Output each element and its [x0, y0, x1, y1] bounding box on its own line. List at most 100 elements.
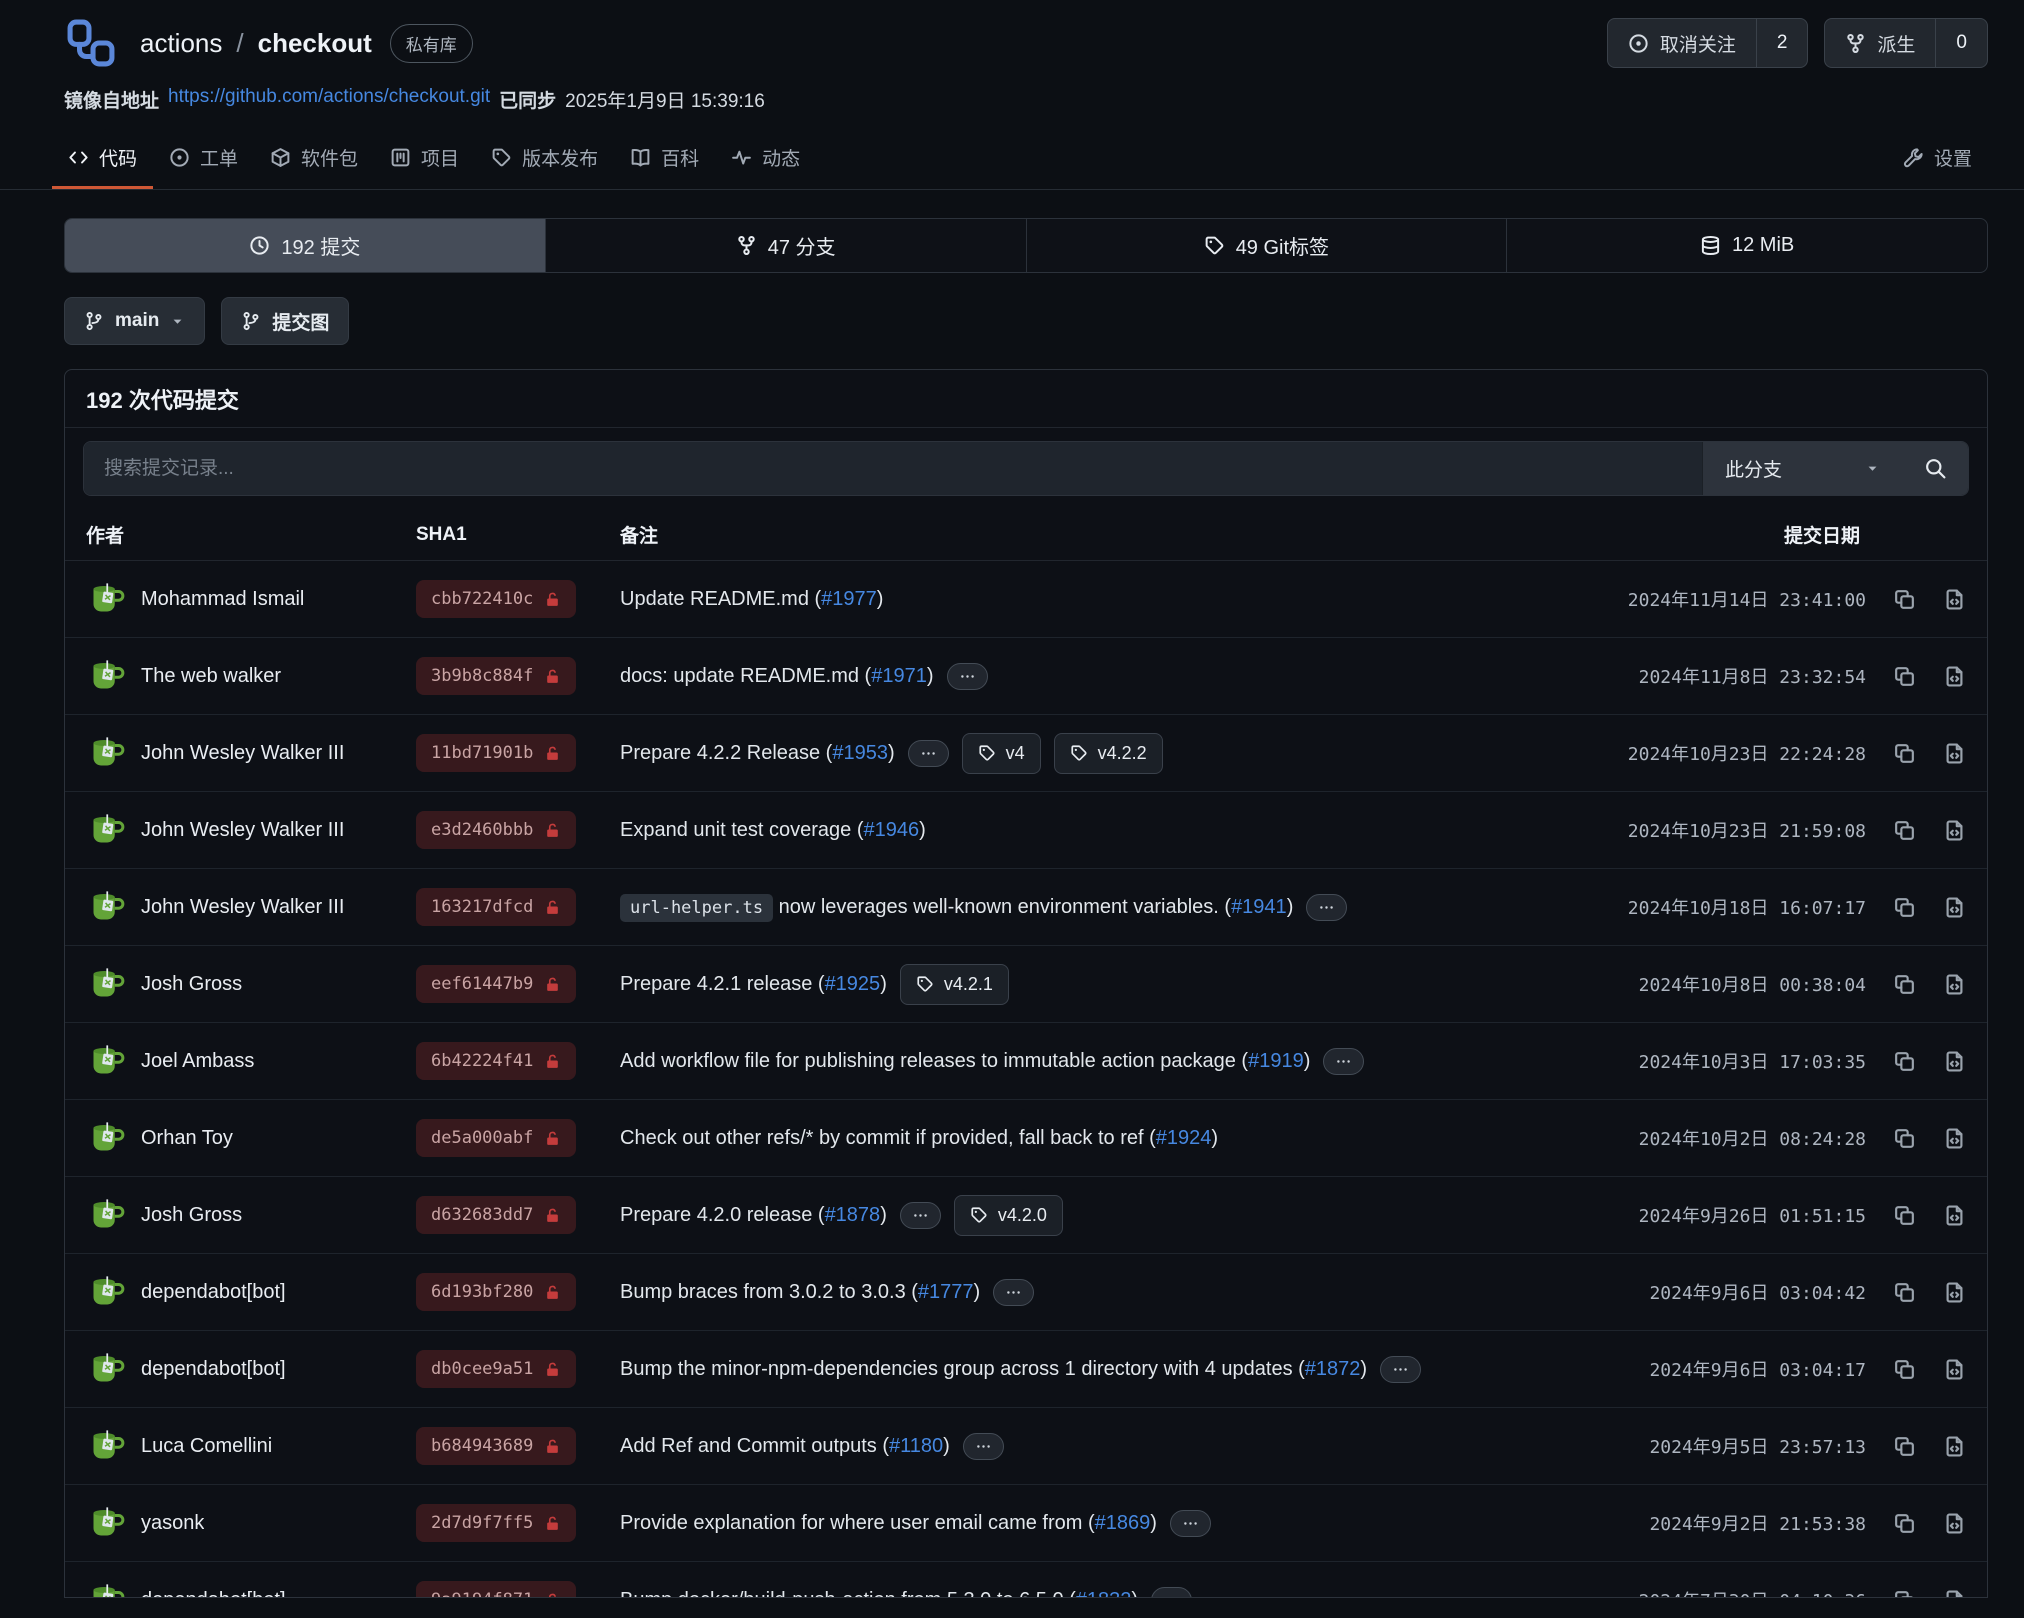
branch-filter-dropdown[interactable]: 此分支 — [1702, 442, 1902, 495]
avatar[interactable] — [86, 887, 126, 927]
tab-book[interactable]: 百科 — [614, 131, 715, 189]
mirror-url-link[interactable]: https://github.com/actions/checkout.git — [168, 86, 490, 113]
tag-button[interactable]: v4 — [962, 733, 1041, 774]
pr-link[interactable]: #1919 — [1248, 1050, 1304, 1072]
copy-sha-button[interactable] — [1893, 588, 1916, 611]
pr-link[interactable]: #1872 — [1305, 1358, 1361, 1380]
tag-button[interactable]: v4.2.0 — [954, 1195, 1063, 1236]
avatar[interactable] — [86, 1580, 126, 1598]
author-name[interactable]: Orhan Toy — [141, 1127, 233, 1150]
tab-tag[interactable]: 版本发布 — [475, 131, 614, 189]
commit-sha-link[interactable]: 163217dfcd — [416, 888, 576, 926]
pr-link[interactable]: #1878 — [825, 1204, 881, 1226]
author-name[interactable]: John Wesley Walker III — [141, 819, 344, 842]
copy-sha-button[interactable] — [1893, 665, 1916, 688]
expand-message-button[interactable] — [1170, 1510, 1211, 1537]
commit-sha-link[interactable]: 2d7d9f7ff5 — [416, 1504, 576, 1542]
avatar[interactable] — [86, 579, 126, 619]
browse-source-button[interactable] — [1943, 1512, 1966, 1535]
author-name[interactable]: yasonk — [141, 1512, 204, 1535]
commit-sha-link[interactable]: 11bd71901b — [416, 734, 576, 772]
avatar[interactable] — [86, 1349, 126, 1389]
browse-source-button[interactable] — [1943, 665, 1966, 688]
pr-link[interactable]: #1946 — [863, 819, 919, 841]
stat-clock[interactable]: 192 提交 — [65, 219, 545, 272]
copy-sha-button[interactable] — [1893, 1050, 1916, 1073]
expand-message-button[interactable] — [900, 1202, 941, 1229]
browse-source-button[interactable] — [1943, 1358, 1966, 1381]
pr-link[interactable]: #1180 — [889, 1435, 943, 1457]
tab-cube[interactable]: 软件包 — [254, 131, 374, 189]
copy-sha-button[interactable] — [1893, 819, 1916, 842]
pr-link[interactable]: #1832 — [1076, 1589, 1132, 1599]
copy-sha-button[interactable] — [1893, 1127, 1916, 1150]
browse-source-button[interactable] — [1943, 1127, 1966, 1150]
commit-sha-link[interactable]: eef61447b9 — [416, 965, 576, 1003]
copy-sha-button[interactable] — [1893, 1435, 1916, 1458]
browse-source-button[interactable] — [1943, 973, 1966, 996]
author-name[interactable]: Josh Gross — [141, 1204, 242, 1227]
expand-message-button[interactable] — [908, 740, 949, 767]
tag-button[interactable]: v4.2.2 — [1054, 733, 1163, 774]
pr-link[interactable]: #1924 — [1156, 1127, 1212, 1149]
search-button[interactable] — [1902, 442, 1968, 495]
avatar[interactable] — [86, 810, 126, 850]
author-name[interactable]: Josh Gross — [141, 973, 242, 996]
avatar[interactable] — [86, 1041, 126, 1081]
stat-db[interactable]: 12 MiB — [1506, 219, 1987, 272]
commit-sha-link[interactable]: 9a9194f871 — [416, 1581, 576, 1598]
expand-message-button[interactable] — [1323, 1048, 1364, 1075]
expand-message-button[interactable] — [1380, 1356, 1421, 1383]
repo-name-link[interactable]: checkout — [258, 28, 372, 59]
commit-sha-link[interactable]: b684943689 — [416, 1427, 576, 1465]
browse-source-button[interactable] — [1943, 1050, 1966, 1073]
tab-board[interactable]: 项目 — [374, 131, 475, 189]
avatar[interactable] — [86, 1426, 126, 1466]
pr-link[interactable]: #1925 — [825, 973, 881, 995]
expand-message-button[interactable] — [963, 1433, 1004, 1460]
copy-sha-button[interactable] — [1893, 896, 1916, 919]
tab-settings[interactable]: 设置 — [1887, 131, 1988, 189]
browse-source-button[interactable] — [1943, 1589, 1966, 1599]
author-name[interactable]: dependabot[bot] — [141, 1358, 286, 1381]
browse-source-button[interactable] — [1943, 896, 1966, 919]
expand-message-button[interactable] — [1151, 1587, 1192, 1599]
copy-sha-button[interactable] — [1893, 973, 1916, 996]
browse-source-button[interactable] — [1943, 1204, 1966, 1227]
fork-count[interactable]: 0 — [1935, 19, 1987, 67]
tab-code[interactable]: 代码 — [52, 131, 153, 189]
repo-owner-link[interactable]: actions — [140, 28, 222, 59]
author-name[interactable]: John Wesley Walker III — [141, 742, 344, 765]
author-name[interactable]: Mohammad Ismail — [141, 588, 304, 611]
fork-button[interactable]: 派生 0 — [1824, 18, 1988, 68]
avatar[interactable] — [86, 964, 126, 1004]
copy-sha-button[interactable] — [1893, 1512, 1916, 1535]
avatar[interactable] — [86, 1272, 126, 1312]
commit-search-input[interactable] — [84, 442, 1702, 495]
commit-sha-link[interactable]: de5a000abf — [416, 1119, 576, 1157]
stat-tag[interactable]: 49 Git标签 — [1026, 219, 1507, 272]
pr-link[interactable]: #1971 — [871, 665, 927, 687]
browse-source-button[interactable] — [1943, 819, 1966, 842]
pr-link[interactable]: #1953 — [832, 742, 888, 764]
avatar[interactable] — [86, 733, 126, 773]
commit-sha-link[interactable]: d632683dd7 — [416, 1196, 576, 1234]
browse-source-button[interactable] — [1943, 742, 1966, 765]
commit-sha-link[interactable]: 3b9b8c884f — [416, 657, 576, 695]
tag-button[interactable]: v4.2.1 — [900, 964, 1009, 1005]
copy-sha-button[interactable] — [1893, 1281, 1916, 1304]
commit-graph-button[interactable]: 提交图 — [221, 297, 349, 345]
author-name[interactable]: dependabot[bot] — [141, 1589, 286, 1599]
tab-pulse[interactable]: 动态 — [715, 131, 816, 189]
author-name[interactable]: The web walker — [141, 665, 281, 688]
expand-message-button[interactable] — [1306, 894, 1347, 921]
author-name[interactable]: John Wesley Walker III — [141, 896, 344, 919]
author-name[interactable]: Luca Comellini — [141, 1435, 272, 1458]
copy-sha-button[interactable] — [1893, 1589, 1916, 1599]
expand-message-button[interactable] — [993, 1279, 1034, 1306]
browse-source-button[interactable] — [1943, 1281, 1966, 1304]
pr-link[interactable]: #1777 — [918, 1281, 974, 1303]
avatar[interactable] — [86, 1503, 126, 1543]
commit-sha-link[interactable]: cbb722410c — [416, 580, 576, 618]
pr-link[interactable]: #1977 — [821, 588, 877, 610]
